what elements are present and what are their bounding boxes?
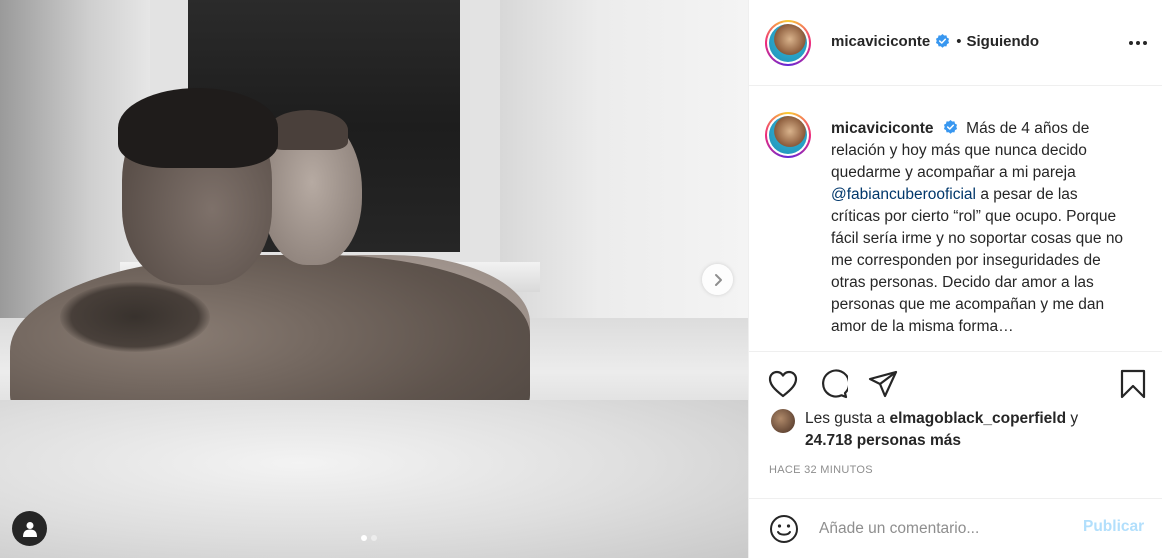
verified-badge-icon [943,120,957,134]
photo-woman-hair [268,110,348,150]
likes-prefix: Les gusta a [805,410,886,427]
add-comment-form: Publicar [749,498,1162,558]
likes-text: Les gusta a elmagoblack_coperfield y 24.… [805,408,1078,452]
bookmark-icon [1120,369,1146,399]
comment-button[interactable] [817,368,849,400]
chevron-right-icon [714,273,722,286]
author-username-link[interactable]: micaviciconte [831,33,930,50]
likes-row: Les gusta a elmagoblack_coperfield y 24.… [771,408,1151,452]
like-button[interactable] [767,368,799,400]
comments-scroll-area[interactable]: micaviciconte Más de 4 años de relación … [749,87,1162,352]
post-media[interactable] [0,0,748,558]
more-options-icon[interactable] [1126,33,1150,53]
post-timestamp[interactable]: HACE 32 MINUTOS [769,464,873,476]
header-user: micaviciconte • Siguiendo [831,33,1039,50]
post-caption: micaviciconte Más de 4 años de relación … [831,118,1131,338]
avatar-image [769,116,807,154]
comment-input[interactable] [819,518,1069,540]
caption-text: a pesar de las críticas por cierto “rol”… [831,186,1124,335]
mention-link[interactable]: @fabiancuberooficial [831,186,976,203]
likes-summary: Les gusta a elmagoblack_coperfield y 24.… [771,408,1151,452]
avatar-border [767,22,809,64]
post-actions [749,362,1162,406]
liker-avatar[interactable] [771,409,795,433]
save-button[interactable] [1117,368,1149,400]
following-button[interactable]: Siguiendo [966,33,1039,50]
verified-badge-icon [936,34,950,48]
more-dot [1129,41,1133,45]
publish-button[interactable]: Publicar [1083,518,1144,536]
share-icon [868,370,898,398]
caption-author-avatar[interactable] [765,112,811,158]
carousel-next-button[interactable] [702,264,733,295]
carousel-dot [371,535,377,541]
avatar-border [767,114,809,156]
photo-man-hair [118,88,278,168]
author-avatar[interactable] [765,20,811,66]
carousel-indicator [361,535,377,541]
avatar-image [769,24,807,62]
carousel-dot [361,535,367,541]
likes-count-link[interactable]: 24.718 personas más [805,432,961,449]
liker-username-link[interactable]: elmagoblack_coperfield [889,410,1066,427]
more-dot [1143,41,1147,45]
user-tag-icon [22,521,37,537]
share-button[interactable] [867,368,899,400]
caption-username-link[interactable]: micaviciconte [831,120,934,137]
post-header: micaviciconte • Siguiendo [749,0,1162,86]
emoji-icon[interactable] [769,514,799,544]
heart-icon [768,370,798,398]
likes-conjunction: y [1070,410,1079,427]
user-tags-button[interactable] [12,511,47,546]
comment-icon [822,369,848,399]
photo-tattoo [60,282,210,352]
more-dot [1136,41,1140,45]
header-separator: • [956,33,962,50]
post-details-panel: micaviciconte • Siguiendo micaviciconte [748,0,1162,558]
